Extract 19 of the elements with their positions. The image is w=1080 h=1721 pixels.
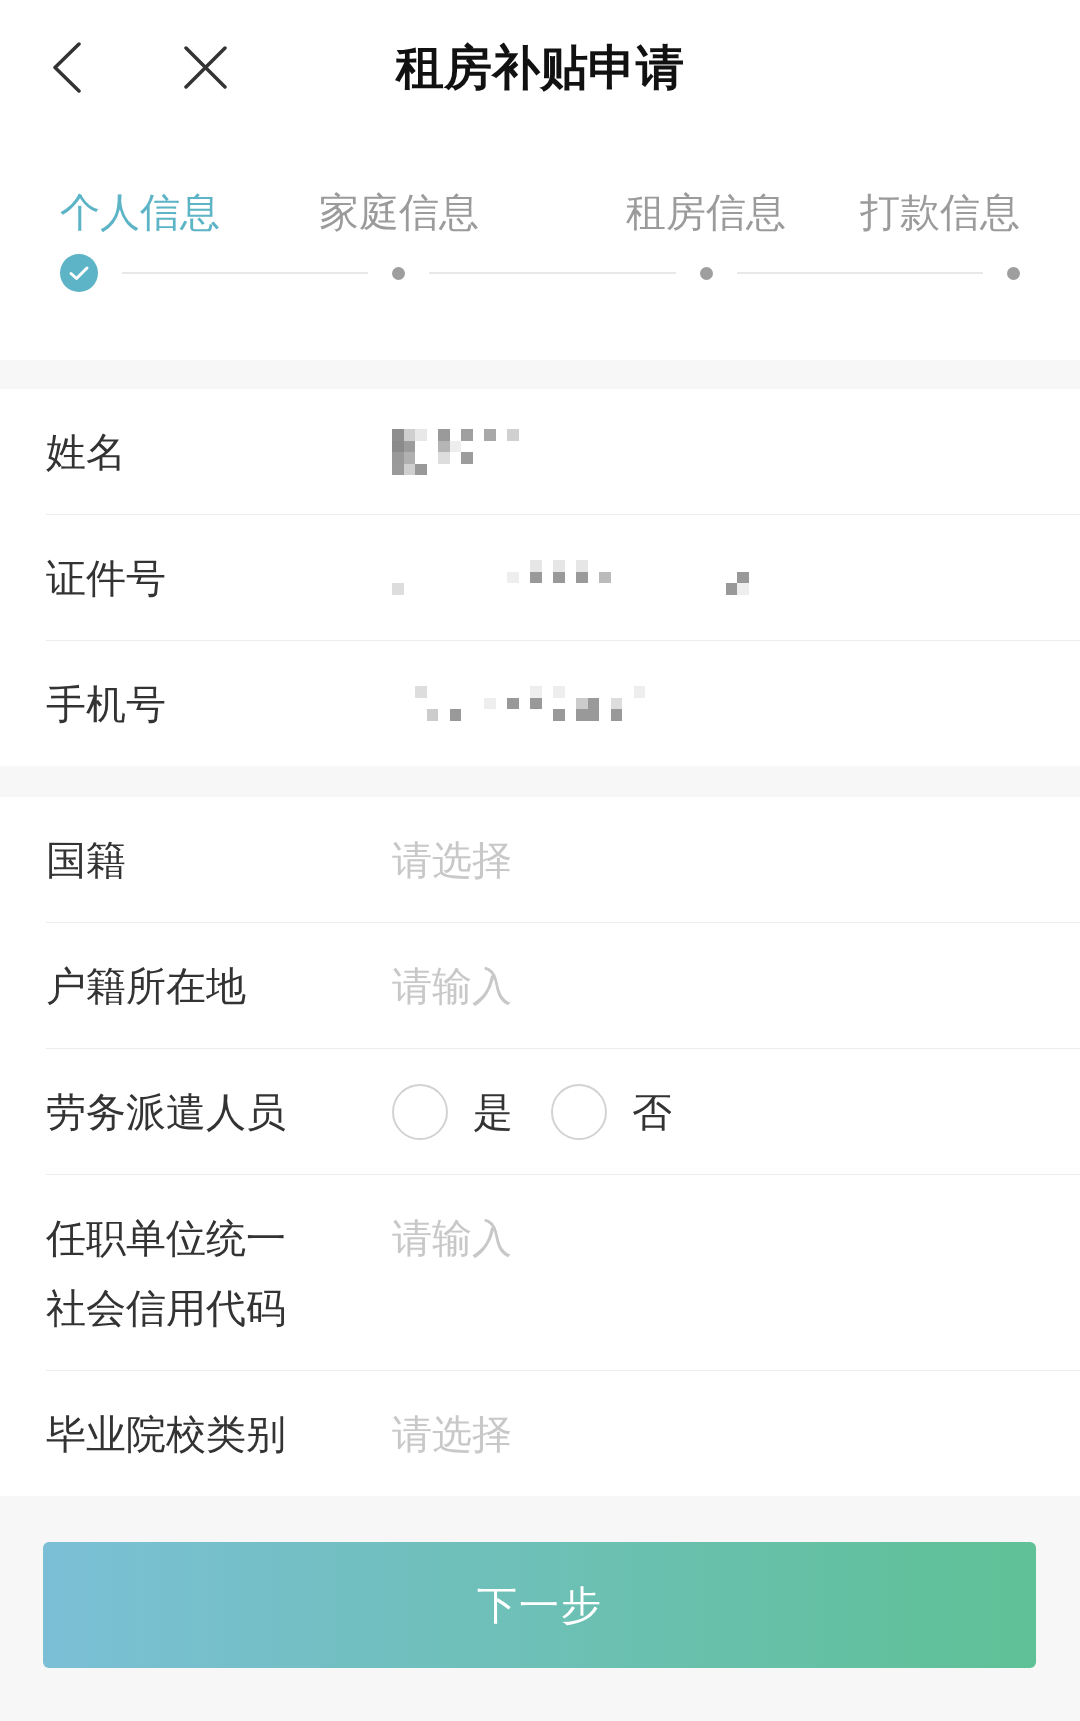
radio-button[interactable] <box>551 1083 607 1140</box>
close-icon[interactable] <box>184 45 227 89</box>
field-label: 证件号 <box>46 553 166 603</box>
step-label: 租房信息 <box>626 188 787 237</box>
field-label: 国籍 <box>46 835 126 885</box>
field-label: 毕业院校类别 <box>46 1409 286 1459</box>
field-label: 户籍所在地 <box>46 961 246 1011</box>
step-label: 家庭信息 <box>318 188 479 237</box>
field-label: 任职单位统一社会信用代码 <box>46 1213 287 1333</box>
radio-label[interactable]: 否 <box>632 1076 672 1147</box>
step-label: 打款信息 <box>860 188 1020 237</box>
page-title: 租房补贴申请 <box>396 38 684 97</box>
back-icon[interactable] <box>52 41 81 93</box>
radio-label[interactable]: 是 <box>473 1076 513 1147</box>
field-label: 手机号 <box>46 679 166 729</box>
radio-button[interactable] <box>392 1083 448 1140</box>
step-label: 个人信息 <box>60 188 220 237</box>
field-label: 姓名 <box>46 427 126 477</box>
field-label: 劳务派遣人员 <box>46 1087 286 1137</box>
